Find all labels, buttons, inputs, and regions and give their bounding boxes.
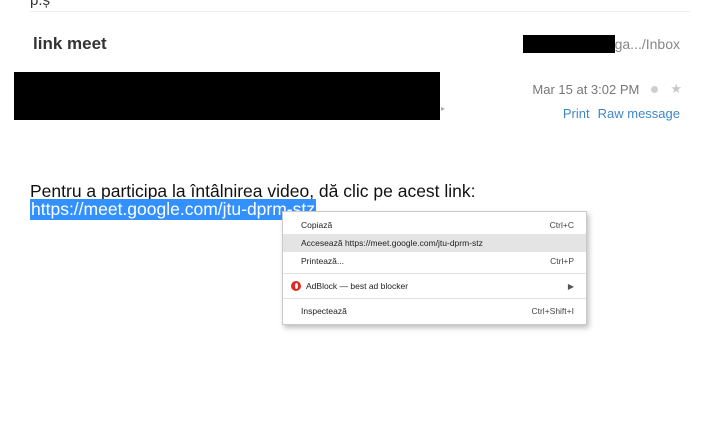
- menu-item-shortcut: Ctrl+P: [550, 256, 574, 266]
- menu-item-open-link[interactable]: Accesează https://meet.google.com/jtu-dp…: [283, 234, 586, 252]
- menu-item-inspect[interactable]: Inspectează Ctrl+Shift+I: [283, 302, 586, 320]
- message-meta: Mar 15 at 3:02 PM ★: [532, 81, 682, 97]
- star-icon[interactable]: ★: [670, 81, 682, 97]
- folder-path[interactable]: ga.../Inbox: [615, 36, 680, 52]
- menu-item-shortcut: Ctrl+Shift+I: [531, 306, 574, 316]
- redacted-sender-block: [14, 72, 440, 120]
- message-date: Mar 15 at 3:02 PM: [532, 81, 640, 97]
- sender-details-chevron-icon[interactable]: ▸: [441, 104, 445, 113]
- menu-item-shortcut: Ctrl+C: [549, 220, 574, 230]
- menu-separator: [283, 273, 586, 274]
- raw-message-link[interactable]: Raw message: [598, 106, 680, 121]
- menu-separator: [283, 298, 586, 299]
- message-actions: Print Raw message: [563, 106, 680, 121]
- menu-item-copy[interactable]: Copiază Ctrl+C: [283, 216, 586, 234]
- print-link[interactable]: Print: [563, 106, 590, 121]
- menu-item-label: Accesează https://meet.google.com/jtu-dp…: [301, 238, 483, 248]
- menu-item-print[interactable]: Printează... Ctrl+P: [283, 252, 586, 270]
- meet-link[interactable]: https://meet.google.com/jtu-dprm-stz: [30, 199, 316, 220]
- read-status-dot-icon[interactable]: [651, 85, 659, 93]
- menu-item-label: Copiază: [301, 220, 333, 230]
- email-view: p.ș link meet ga.../Inbox ▸ Mar 15 at 3:…: [0, 0, 702, 426]
- divider: [30, 11, 690, 12]
- context-menu: Copiază Ctrl+C Accesează https://meet.go…: [282, 211, 587, 325]
- menu-item-label: AdBlock — best ad blocker: [306, 281, 409, 291]
- folder-breadcrumb: ga.../Inbox: [522, 35, 680, 53]
- redacted-block: [522, 35, 615, 53]
- menu-item-label: Printează...: [301, 256, 344, 266]
- top-text-fragment: p.ș: [30, 0, 51, 9]
- adblock-opera-icon: [291, 281, 301, 291]
- submenu-arrow-icon: ▶: [567, 281, 574, 291]
- email-subject: link meet: [33, 34, 107, 53]
- menu-item-label: Inspectează: [301, 306, 347, 316]
- menu-item-adblock[interactable]: AdBlock — best ad blocker ▶: [283, 277, 586, 295]
